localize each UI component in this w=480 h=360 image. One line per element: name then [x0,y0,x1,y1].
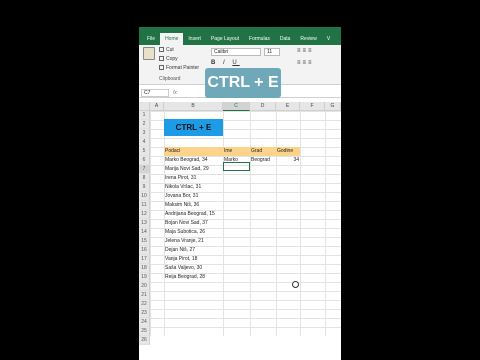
tab-data[interactable]: Data [275,33,296,45]
italic-icon[interactable]: I [223,60,228,66]
row-number[interactable]: 21 [139,291,150,300]
header-cell-podaci[interactable]: Podaci [164,147,223,156]
row-number[interactable]: 13 [139,219,150,228]
cut-label: Cut [166,47,174,53]
copy-icon [159,56,164,62]
cut-button[interactable]: Cut [159,47,174,53]
top-black-bar [139,0,341,27]
cell-godine-row6[interactable]: 34 [276,156,299,165]
name-box[interactable]: C7 [141,89,169,97]
data-cell[interactable]: Jovana Bor, 31 [164,192,198,201]
grid-line [250,111,251,336]
data-cell[interactable]: Reija Beograd, 28 [164,273,205,282]
row-number[interactable]: 23 [139,309,150,318]
column-header-e[interactable]: E [276,102,300,111]
row-number[interactable]: 4 [139,138,150,147]
row-number[interactable]: 9 [139,183,150,192]
row-number[interactable]: 6 [139,156,150,165]
data-cell[interactable]: Vanja Pirot, 18 [164,255,197,264]
data-cell[interactable]: Marija Novi Sad, 29 [164,165,209,174]
ctrl-e-banner: CTRL + E [164,119,223,136]
underline-icon[interactable]: U [232,60,239,66]
shortcut-overlay: CTRL + E [205,68,281,98]
grid-line [276,111,277,336]
row-number[interactable]: 8 [139,174,150,183]
data-cell[interactable]: Jelena Vranje, 21 [164,237,204,246]
row-number[interactable]: 15 [139,237,150,246]
grid-line [325,111,326,336]
row-number[interactable]: 16 [139,246,150,255]
data-cell[interactable]: Marko Beograd, 34 [164,156,208,165]
brush-icon [159,65,164,71]
row-number[interactable]: 22 [139,300,150,309]
data-cell[interactable]: Saša Valjevo, 30 [164,264,202,273]
column-header-a[interactable]: A [150,102,164,111]
row-number[interactable]: 11 [139,201,150,210]
copy-button[interactable]: Copy [159,56,178,62]
bold-icon[interactable]: B [211,60,218,66]
row-number[interactable]: 10 [139,192,150,201]
tab-page-layout[interactable]: Page Layout [206,33,244,45]
scissors-icon [159,47,164,53]
row-number[interactable]: 5 [139,147,150,156]
row-number[interactable]: 2 [139,120,150,129]
row-number-selected[interactable]: 7 [139,165,150,174]
data-cell[interactable]: Irena Pirot, 31 [164,174,196,183]
header-cell-ime[interactable]: Ime [223,147,250,156]
selected-cell-c7[interactable] [223,162,250,171]
align-top-icons[interactable]: ≡≡≡ [297,48,314,54]
column-header-b[interactable]: B [164,102,223,111]
row-number[interactable]: 18 [139,264,150,273]
row-number[interactable]: 20 [139,282,150,291]
grid-line [223,111,224,336]
tab-review[interactable]: Review [295,33,321,45]
select-all-corner[interactable] [139,102,150,111]
tab-insert[interactable]: Insert [183,33,206,45]
copy-label: Copy [166,56,178,62]
format-buttons[interactable]: B I U [211,60,240,66]
paste-icon[interactable] [143,47,155,60]
row-number[interactable]: 1 [139,111,150,120]
column-header-f[interactable]: F [300,102,325,111]
row-number[interactable]: 12 [139,210,150,219]
tab-view[interactable]: V [322,33,335,45]
column-header-g[interactable]: G [325,102,341,111]
row-number[interactable]: 3 [139,129,150,138]
row-number[interactable]: 24 [139,318,150,327]
font-name-dropdown[interactable]: Calibri [211,48,261,56]
row-number[interactable]: 25 [139,327,150,336]
row-number[interactable]: 19 [139,273,150,282]
tab-home[interactable]: Home [160,33,184,45]
align-bottom-icons[interactable]: ≡≡≡ [297,60,314,66]
grid-line [300,111,301,336]
row-number[interactable]: 17 [139,255,150,264]
excel-window: File Home Insert Page Layout Formulas Da… [139,0,341,360]
fx-icon[interactable]: fx [173,89,177,97]
row-number[interactable]: 14 [139,228,150,237]
data-cell[interactable]: Bojan Novi Sad, 37 [164,219,208,228]
format-painter-button[interactable]: Format Painter [159,65,199,71]
header-cell-grad[interactable]: Grad [250,147,276,156]
clipboard-group-label: Clipboard [159,76,181,82]
font-size-dropdown[interactable]: 11 [264,48,280,56]
data-cell[interactable]: Andrijana Beograd, 15 [164,210,215,219]
column-header-c[interactable]: C [223,102,250,111]
column-header-d[interactable]: D [250,102,276,111]
cell-grad-row6[interactable]: Beograd [250,156,270,165]
tab-formulas[interactable]: Formulas [244,33,275,45]
tab-file[interactable]: File [142,33,160,45]
data-cell[interactable]: Maksim Niš, 36 [164,201,199,210]
data-cell[interactable]: Maja Subotica, 26 [164,228,205,237]
ribbon-tabs: File Home Insert Page Layout Formulas Da… [139,27,341,45]
data-cell[interactable]: Nikola Vršac, 31 [164,183,201,192]
row-number[interactable]: 26 [139,336,150,345]
mouse-cursor-icon [292,281,299,288]
data-cell[interactable]: Dejan Niš, 27 [164,246,195,255]
header-cell-godine[interactable]: Godine [276,147,300,156]
format-painter-label: Format Painter [166,65,200,71]
